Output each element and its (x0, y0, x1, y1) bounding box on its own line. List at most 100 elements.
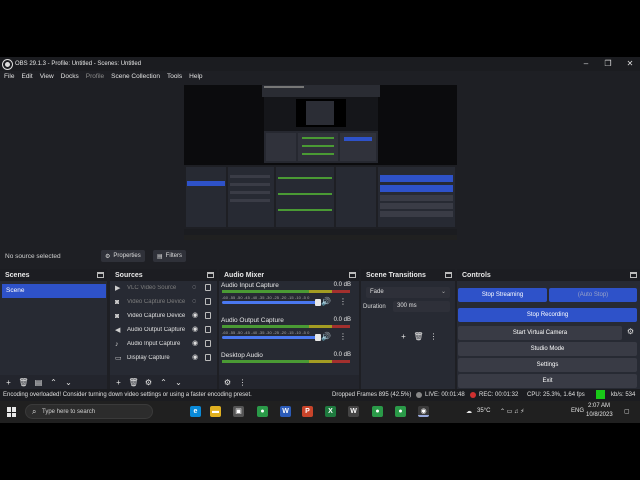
minimize-button[interactable]: – (576, 57, 596, 71)
menu-view[interactable]: View (40, 73, 54, 80)
chrome-icon-2[interactable]: ● (372, 406, 383, 417)
duration-input[interactable]: 300 ms (393, 301, 450, 312)
source-name: Video Capture Device (127, 299, 186, 305)
channel-name: Desktop Audio (221, 352, 263, 359)
hidden-eye-icon[interactable]: ◌ (192, 298, 200, 306)
menu-bar: File Edit View Docks Profile Scene Colle… (0, 71, 640, 82)
studio-mode-button[interactable]: Studio Mode (458, 342, 637, 356)
excel-icon[interactable]: X (325, 406, 336, 417)
word-icon[interactable]: W (280, 406, 291, 417)
obs-taskbar-icon[interactable]: ◉ (418, 406, 429, 417)
settings-button[interactable]: Settings (458, 358, 637, 372)
windows-start-icon[interactable] (7, 407, 17, 417)
stop-recording-button[interactable]: Stop Recording (458, 308, 637, 322)
menu-file[interactable]: File (4, 73, 14, 80)
source-item[interactable]: ♪ Audio Input Capture ◉ (110, 337, 217, 351)
chrome-icon-3[interactable]: ● (395, 406, 406, 417)
store-icon[interactable]: ▣ (233, 406, 244, 417)
eye-icon[interactable]: ◉ (192, 340, 200, 348)
remove-transition-icon[interactable]: 🗑 (413, 331, 424, 342)
virtual-camera-settings-icon[interactable]: ⚙ (627, 327, 634, 336)
lock-icon[interactable] (205, 298, 211, 305)
source-name: Video Capture Device (127, 313, 186, 319)
menu-docks[interactable]: Docks (61, 73, 79, 80)
transition-select[interactable]: Fade ⌄ (366, 287, 450, 298)
wps-icon[interactable]: W (348, 406, 359, 417)
eye-icon[interactable]: ◉ (192, 326, 200, 334)
window-title: OBS 29.1.3 - Profile: Untitled - Scenes:… (15, 61, 142, 67)
more-options-icon[interactable]: ⋮ (339, 297, 347, 306)
undock-icon[interactable] (445, 272, 452, 278)
volume-slider[interactable] (222, 334, 321, 341)
move-down-icon[interactable]: ⌄ (173, 377, 184, 388)
source-toolbar: No source selected ⚙ Properties ▤ Filter… (0, 250, 640, 263)
transition-menu-icon[interactable]: ⋮ (428, 331, 439, 342)
scene-item[interactable]: Scene (2, 284, 106, 298)
move-up-icon[interactable]: ⌃ (48, 377, 59, 388)
eye-icon[interactable]: ◉ (192, 312, 200, 320)
source-item[interactable]: ▶ VLC Video Source ◌ (110, 281, 217, 295)
move-up-icon[interactable]: ⌃ (158, 377, 169, 388)
filters-button[interactable]: ▤ Filters (153, 250, 187, 262)
add-source-button[interactable]: + (113, 377, 124, 388)
powerpoint-icon[interactable]: P (302, 406, 313, 417)
no-source-label: No source selected (5, 253, 61, 260)
undock-icon[interactable] (630, 272, 637, 278)
menu-profile[interactable]: Profile (86, 73, 104, 80)
advanced-audio-icon[interactable]: ⚙ (222, 377, 233, 388)
menu-edit[interactable]: Edit (21, 73, 32, 80)
menu-tools[interactable]: Tools (167, 73, 182, 80)
undock-icon[interactable] (207, 272, 214, 278)
undock-icon[interactable] (97, 272, 104, 278)
clock-time[interactable]: 2:07 AM (588, 403, 610, 409)
chrome-icon[interactable]: ● (257, 406, 268, 417)
volume-slider[interactable] (222, 299, 321, 306)
stop-streaming-button[interactable]: Stop Streaming (458, 288, 547, 302)
file-explorer-icon[interactable]: ▬ (210, 406, 221, 417)
move-down-icon[interactable]: ⌄ (63, 377, 74, 388)
remove-source-icon[interactable]: 🗑 (128, 377, 139, 388)
lock-icon[interactable] (205, 354, 211, 361)
tray-icons[interactable]: ⌃ ▭ ♫ ⚡ (500, 408, 524, 415)
source-item[interactable]: ◀ Audio Output Capture ◉ (110, 323, 217, 337)
preview-canvas[interactable] (184, 85, 457, 240)
add-scene-button[interactable]: + (3, 377, 14, 388)
source-item[interactable]: ◙ Video Capture Device ◉ (110, 309, 217, 323)
lock-icon[interactable] (205, 284, 211, 291)
language[interactable]: ENG (571, 408, 584, 414)
source-item[interactable]: ▭ Display Capture ◉ (110, 351, 217, 365)
status-bar: Encoding overloaded! Consider turning do… (0, 389, 640, 401)
menu-help[interactable]: Help (189, 73, 202, 80)
source-properties-icon[interactable]: ⚙ (143, 377, 154, 388)
speaker-icon[interactable]: 🔊 (321, 332, 331, 341)
source-item[interactable]: ◙ Video Capture Device ◌ (110, 295, 217, 309)
exit-button[interactable]: Exit (458, 374, 637, 388)
scenes-dock: Scenes Scene + 🗑 ▤ ⌃ ⌄ (0, 269, 107, 389)
eye-icon[interactable]: ◉ (192, 354, 200, 362)
lock-icon[interactable] (205, 326, 211, 333)
notification-icon[interactable]: ▢ (624, 408, 630, 415)
live-time: LIVE: 00:01:48 (425, 392, 465, 398)
maximize-button[interactable]: ❐ (598, 57, 618, 71)
mixer-menu-icon[interactable]: ⋮ (237, 377, 248, 388)
clock-date[interactable]: 10/8/2023 (586, 412, 613, 418)
lock-icon[interactable] (205, 340, 211, 347)
auto-stop-button[interactable]: (Auto Stop) (549, 288, 637, 302)
start-virtual-camera-button[interactable]: Start Virtual Camera (458, 326, 622, 340)
close-button[interactable]: ✕ (620, 57, 640, 71)
properties-button[interactable]: ⚙ Properties (101, 250, 145, 262)
controls-title: Controls (462, 271, 491, 279)
preview-image (184, 85, 457, 240)
add-transition-button[interactable]: + (398, 331, 409, 342)
remove-scene-icon[interactable]: 🗑 (18, 377, 29, 388)
menu-scene-collection[interactable]: Scene Collection (111, 73, 160, 80)
undock-icon[interactable] (349, 272, 356, 278)
weather-icon[interactable]: ☁ (466, 408, 472, 415)
more-options-icon[interactable]: ⋮ (339, 332, 347, 341)
lock-icon[interactable] (205, 312, 211, 319)
edge-icon[interactable]: e (190, 406, 201, 417)
hidden-eye-icon[interactable]: ◌ (192, 284, 200, 292)
taskbar-search[interactable]: ⌕ Type here to search (25, 404, 153, 419)
scene-filters-icon[interactable]: ▤ (33, 377, 44, 388)
speaker-icon[interactable]: 🔊 (321, 297, 331, 306)
